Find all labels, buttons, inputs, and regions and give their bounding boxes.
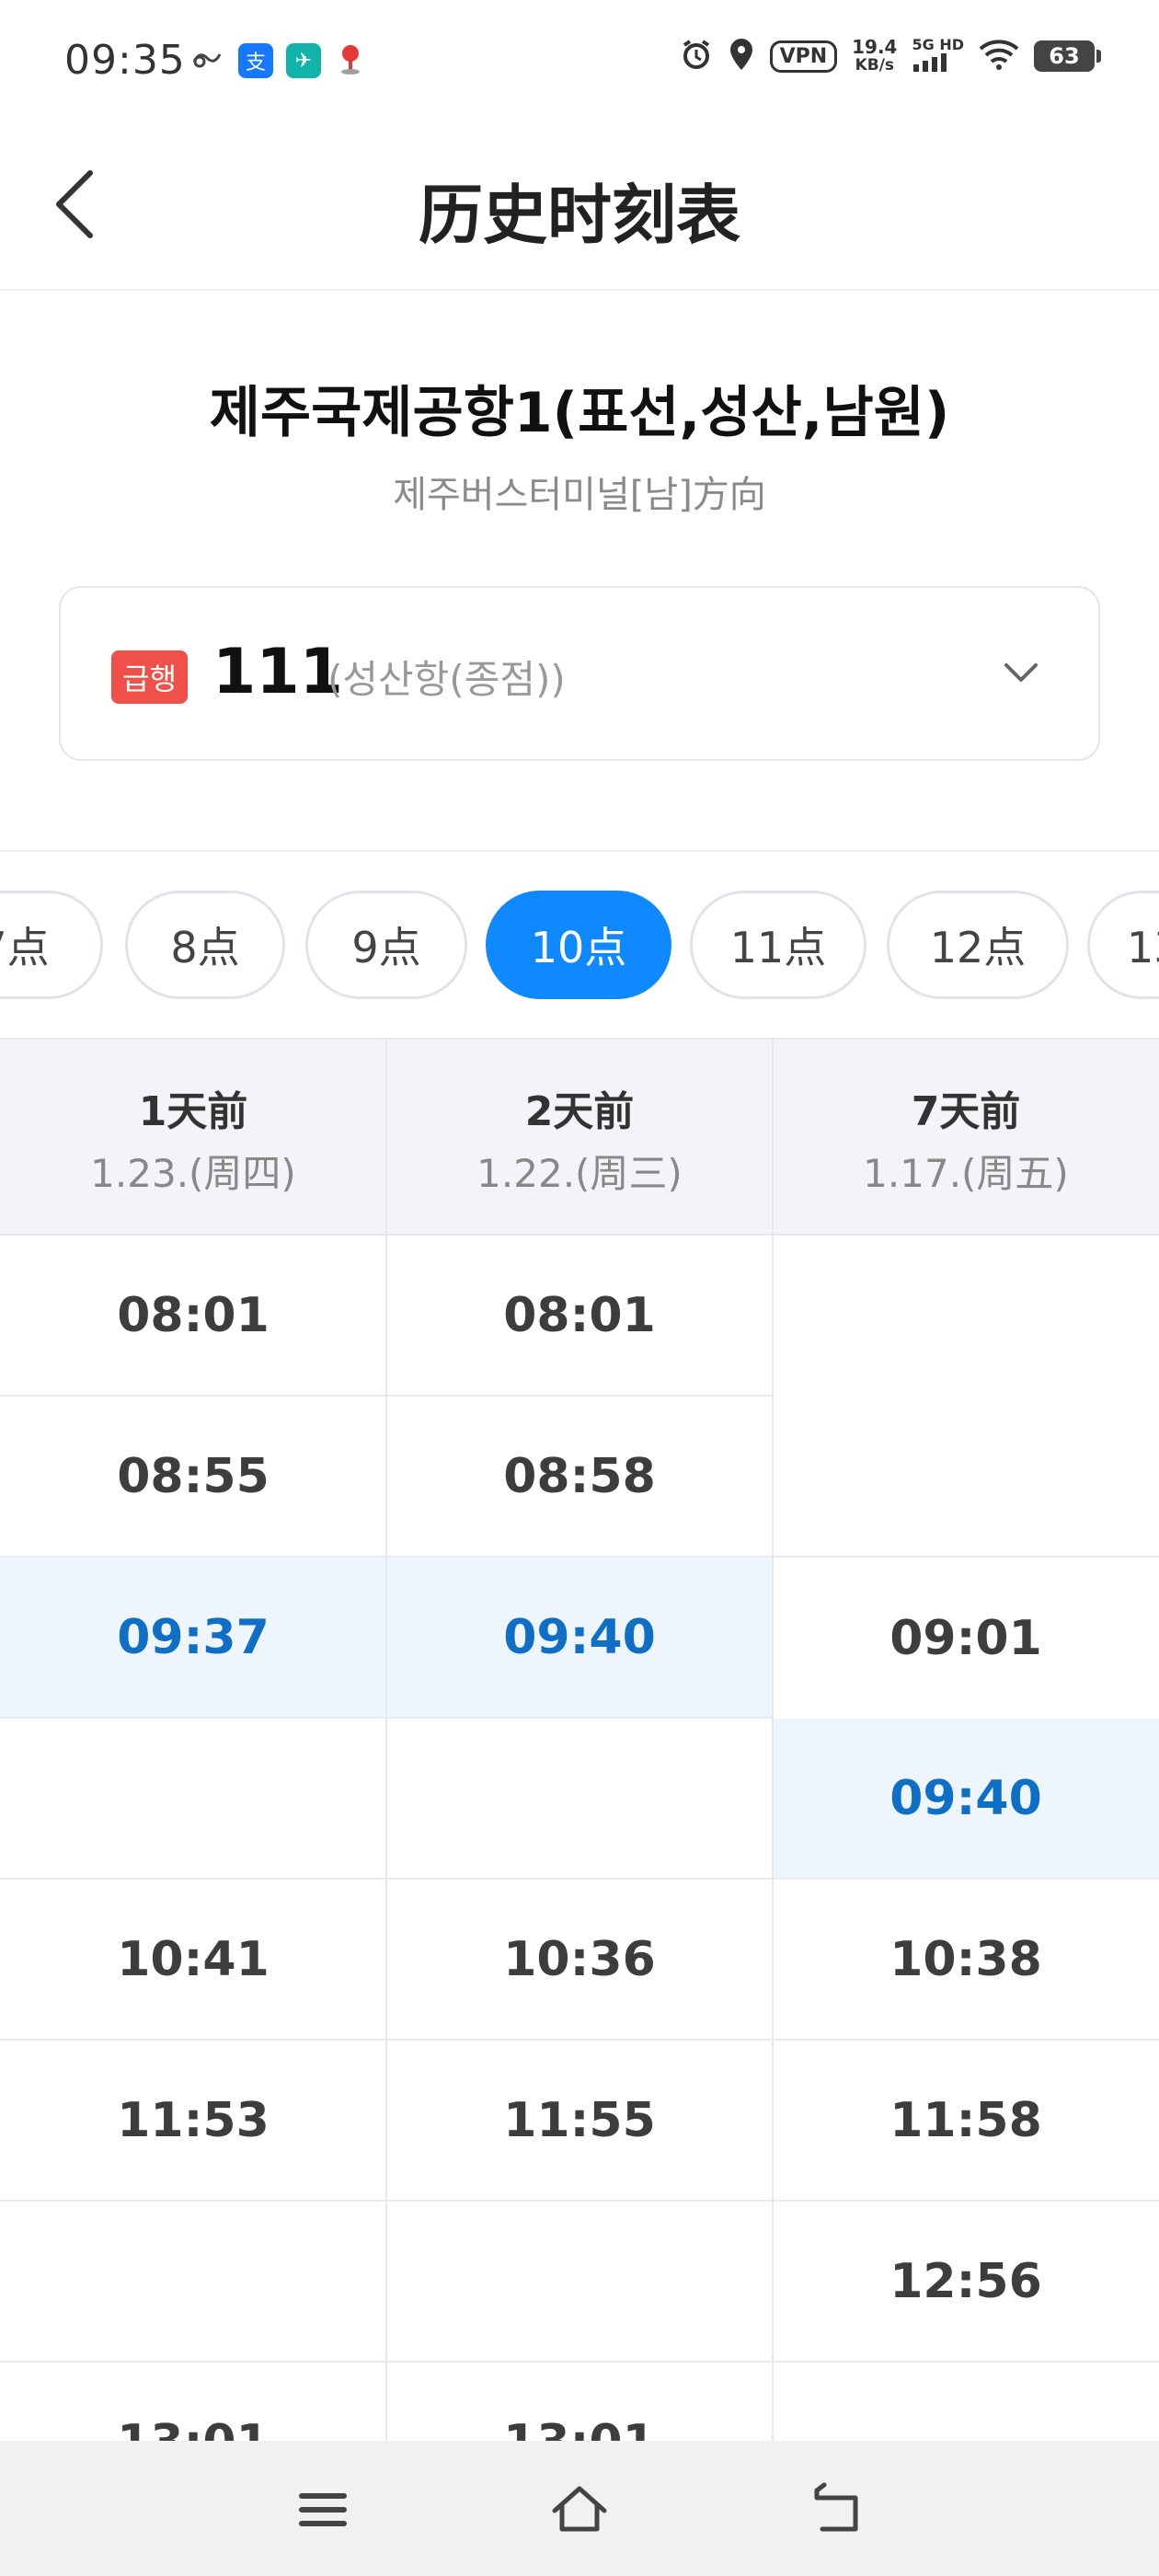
route-destination: (성산항(종점))	[327, 657, 566, 702]
menu-icon[interactable]	[291, 2478, 355, 2542]
time-cell	[0, 2202, 386, 2363]
signal-icon: 5G HD	[912, 37, 964, 75]
time-cell: 12:56	[773, 2202, 1159, 2363]
hour-chip[interactable]: 8点	[125, 891, 285, 999]
status-bar: 09:35 支 ✈ VPN 19.4 KB/s 5G HD 63	[0, 0, 1159, 120]
time-cell-highlighted: 09:37	[0, 1558, 386, 1719]
time-cell	[773, 1397, 1159, 1558]
express-badge: 급행	[111, 650, 188, 704]
hour-chip-selected[interactable]: 10点	[486, 891, 671, 999]
time-cell	[386, 1719, 773, 1880]
link-icon	[189, 45, 225, 76]
column-header: 2天前 1.22.(周三)	[476, 1088, 683, 1196]
home-icon[interactable]	[547, 2478, 612, 2542]
time-cell	[773, 1236, 1159, 1397]
time-cell: 11:53	[0, 2041, 386, 2202]
time-cell: 13:01	[386, 2363, 773, 2441]
time-cell	[773, 2363, 1159, 2441]
time-cell: 08:55	[0, 1397, 386, 1558]
divider	[0, 850, 1159, 852]
time-cell-highlighted: 09:40	[773, 1719, 1159, 1880]
time-cell-highlighted: 09:40	[386, 1558, 773, 1719]
status-time: 09:35	[64, 37, 186, 84]
wifi-icon	[979, 38, 1019, 75]
time-cell: 10:38	[773, 1880, 1159, 2041]
hour-chip[interactable]: 7点	[0, 891, 103, 999]
time-cell: 13:01	[0, 2363, 386, 2441]
network-speed: 19.4 KB/s	[852, 36, 898, 75]
top-bar: 历史时刻表	[0, 120, 1159, 291]
location-icon	[728, 37, 755, 75]
time-cell	[386, 2202, 773, 2363]
back-nav-icon[interactable]	[804, 2478, 868, 2542]
notification-icons: 支 ✈	[189, 40, 367, 81]
system-nav-bar	[0, 2441, 1159, 2576]
hour-chip[interactable]: 12点	[887, 891, 1069, 999]
column-divider	[772, 1038, 774, 2441]
column-divider	[385, 1038, 387, 2441]
battery-icon: 63	[1034, 40, 1101, 72]
maps-icon	[334, 40, 367, 81]
time-cell	[0, 1719, 386, 1880]
vpn-badge: VPN	[769, 40, 838, 73]
page-title: 历史时刻表	[419, 178, 740, 253]
time-cell: 08:01	[0, 1236, 386, 1397]
route-selector[interactable]: 급행 111 (성산항(종점))	[59, 586, 1100, 761]
time-cell: 08:01	[386, 1236, 773, 1397]
alipay-icon: 支	[238, 43, 273, 78]
time-cell: 11:58	[773, 2041, 1159, 2202]
timetable: 1天前 1.23.(周四) 2天前 1.22.(周三) 7天前 1.17.(周五…	[0, 1038, 1159, 2441]
hour-chip[interactable]: 9点	[305, 891, 467, 999]
route-number: 111	[212, 636, 343, 708]
hour-selector: 7点 8点 9点 10点 11点 12点 13点	[0, 891, 1159, 1001]
hour-chip[interactable]: 11点	[690, 891, 866, 999]
table-header: 1天前 1.23.(周四) 2天前 1.22.(周三) 7天前 1.17.(周五…	[0, 1038, 1159, 1236]
hour-chip[interactable]: 13点	[1087, 891, 1159, 999]
station-name: 제주국제공항1(표선,성산,남원)	[209, 381, 950, 445]
alarm-icon	[680, 38, 713, 75]
system-status: VPN 19.4 KB/s 5G HD 63	[680, 36, 1101, 75]
time-cell: 09:01	[773, 1558, 1159, 1719]
column-header: 7天前 1.17.(周五)	[863, 1088, 1069, 1196]
time-cell: 10:36	[386, 1880, 773, 2041]
time-cell: 10:41	[0, 1880, 386, 2041]
station-direction: 제주버스터미널[남]方向	[393, 474, 766, 516]
column-header: 1天前 1.23.(周四)	[90, 1088, 296, 1196]
chevron-down-icon	[999, 650, 1043, 695]
time-cell: 08:58	[386, 1397, 773, 1558]
time-cell: 11:55	[386, 2041, 773, 2202]
app-icon: ✈	[286, 43, 321, 78]
